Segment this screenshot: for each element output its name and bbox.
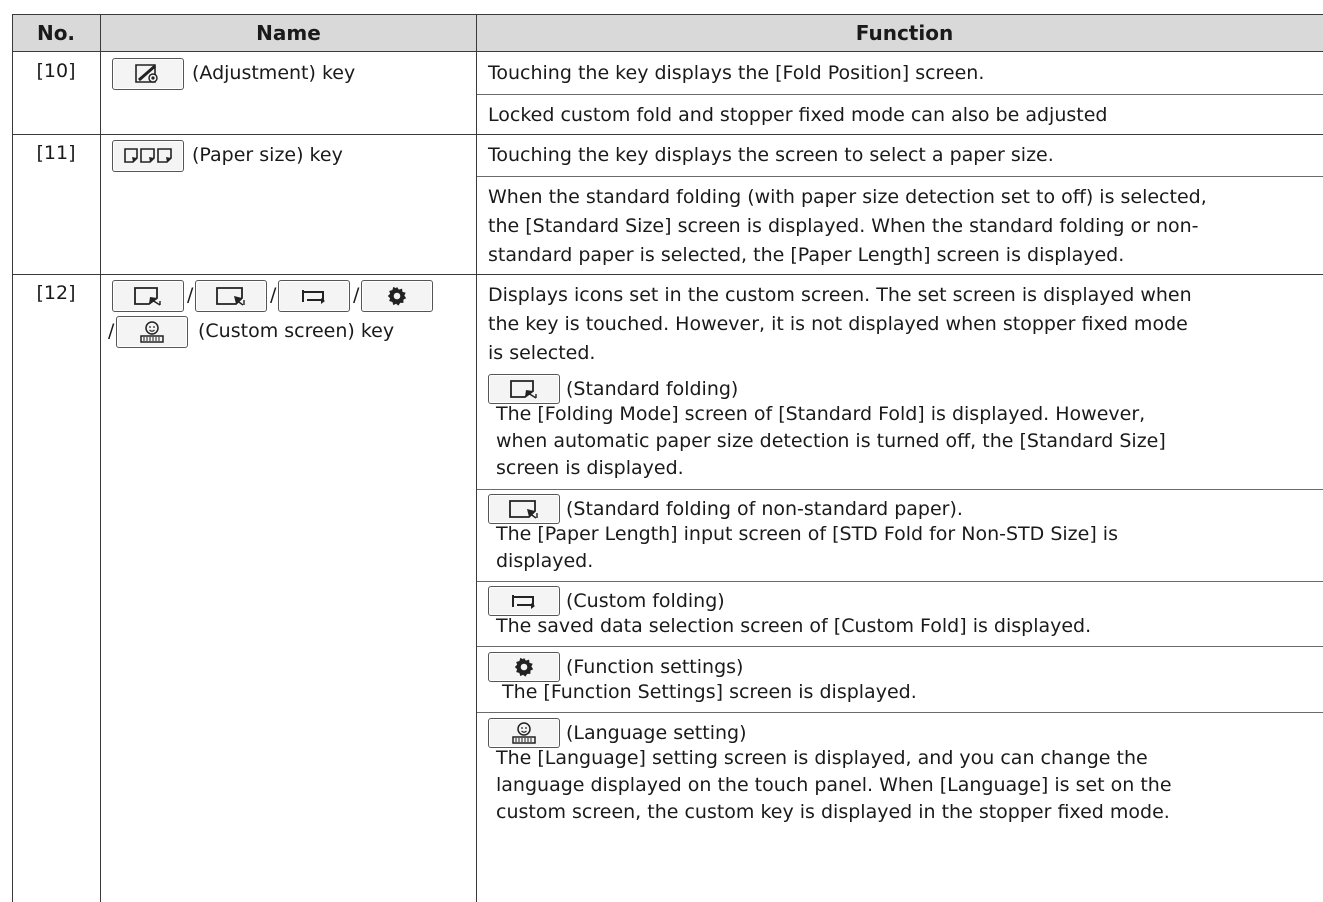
function-line: When the standard folding (with paper si… bbox=[488, 186, 1207, 208]
sub-divider bbox=[477, 712, 1323, 713]
sub-divider bbox=[477, 176, 1323, 177]
item-label: (Custom folding) bbox=[566, 590, 725, 612]
item-label: (Language setting) bbox=[566, 722, 747, 744]
separator: / bbox=[108, 320, 115, 342]
function-settings-key[interactable] bbox=[361, 280, 433, 312]
standard-folding-icon bbox=[509, 379, 539, 399]
row-number: [11] bbox=[36, 142, 76, 164]
item-label: (Standard folding of non-standard paper)… bbox=[566, 498, 963, 520]
sub-divider bbox=[477, 581, 1323, 582]
custom-folding-key[interactable] bbox=[488, 586, 560, 616]
item-desc: displayed. bbox=[496, 550, 594, 572]
sub-divider bbox=[477, 489, 1323, 490]
row-number: [10] bbox=[36, 60, 76, 82]
standard-folding-key[interactable] bbox=[112, 280, 184, 312]
gear-icon bbox=[513, 656, 535, 678]
item-desc: The [Function Settings] screen is displa… bbox=[496, 681, 917, 703]
nonstandard-folding-key[interactable] bbox=[195, 280, 267, 312]
separator: / bbox=[353, 284, 360, 306]
row-divider bbox=[12, 134, 1323, 135]
adjustment-key[interactable] bbox=[112, 58, 184, 90]
nonstandard-folding-icon bbox=[216, 286, 246, 306]
custom-folding-key[interactable] bbox=[278, 280, 350, 312]
function-line: standard paper is selected, the [Paper L… bbox=[488, 244, 1125, 266]
item-desc: The [Language] setting screen is display… bbox=[496, 747, 1148, 769]
row-divider bbox=[12, 274, 1323, 275]
function-line: the [Standard Size] screen is displayed.… bbox=[488, 215, 1199, 237]
function-line: Locked custom fold and stopper fixed mod… bbox=[488, 104, 1108, 126]
name-label: (Adjustment) key bbox=[192, 62, 356, 84]
paper-size-icon bbox=[122, 146, 174, 166]
item-desc: The [Paper Length] input screen of [STD … bbox=[496, 523, 1118, 545]
adjustment-icon bbox=[133, 62, 163, 86]
sub-divider bbox=[477, 646, 1323, 647]
function-line: Touching the key displays the screen to … bbox=[488, 144, 1054, 166]
name-label: (Paper size) key bbox=[192, 144, 343, 166]
gear-icon bbox=[386, 285, 408, 307]
item-label: (Standard folding) bbox=[566, 378, 739, 400]
function-line: is selected. bbox=[488, 342, 596, 364]
language-icon bbox=[137, 320, 167, 344]
standard-folding-key[interactable] bbox=[488, 374, 560, 404]
name-label: (Custom screen) key bbox=[198, 320, 395, 342]
custom-folding-icon bbox=[509, 591, 539, 611]
column-line bbox=[100, 14, 101, 902]
language-key[interactable] bbox=[488, 718, 560, 748]
separator: / bbox=[187, 284, 194, 306]
column-line bbox=[476, 14, 477, 902]
nonstandard-folding-icon bbox=[509, 499, 539, 519]
standard-folding-icon bbox=[133, 286, 163, 306]
language-key[interactable] bbox=[116, 316, 188, 348]
nonstandard-folding-key[interactable] bbox=[488, 494, 560, 524]
function-line: Displays icons set in the custom screen.… bbox=[488, 284, 1192, 306]
function-line: Touching the key displays the [Fold Posi… bbox=[488, 62, 985, 84]
paper-size-key[interactable] bbox=[112, 140, 184, 172]
header-name: Name bbox=[256, 21, 321, 45]
sub-divider bbox=[477, 94, 1323, 95]
header-function: Function bbox=[855, 21, 954, 45]
item-desc: when automatic paper size detection is t… bbox=[496, 430, 1166, 452]
item-desc: language displayed on the touch panel. W… bbox=[496, 774, 1172, 796]
item-label: (Function settings) bbox=[566, 656, 744, 678]
function-settings-key[interactable] bbox=[488, 652, 560, 682]
item-desc: custom screen, the custom key is display… bbox=[496, 801, 1170, 823]
table-header: No. Name Function bbox=[12, 14, 1323, 52]
item-desc: screen is displayed. bbox=[496, 457, 684, 479]
function-line: the key is touched. However, it is not d… bbox=[488, 313, 1188, 335]
separator: / bbox=[270, 284, 277, 306]
row-number: [12] bbox=[36, 282, 76, 304]
item-desc: The [Folding Mode] screen of [Standard F… bbox=[496, 403, 1146, 425]
header-no: No. bbox=[36, 21, 76, 45]
custom-folding-icon bbox=[299, 286, 329, 306]
item-desc: The saved data selection screen of [Cust… bbox=[496, 615, 1092, 637]
language-icon bbox=[509, 721, 539, 745]
